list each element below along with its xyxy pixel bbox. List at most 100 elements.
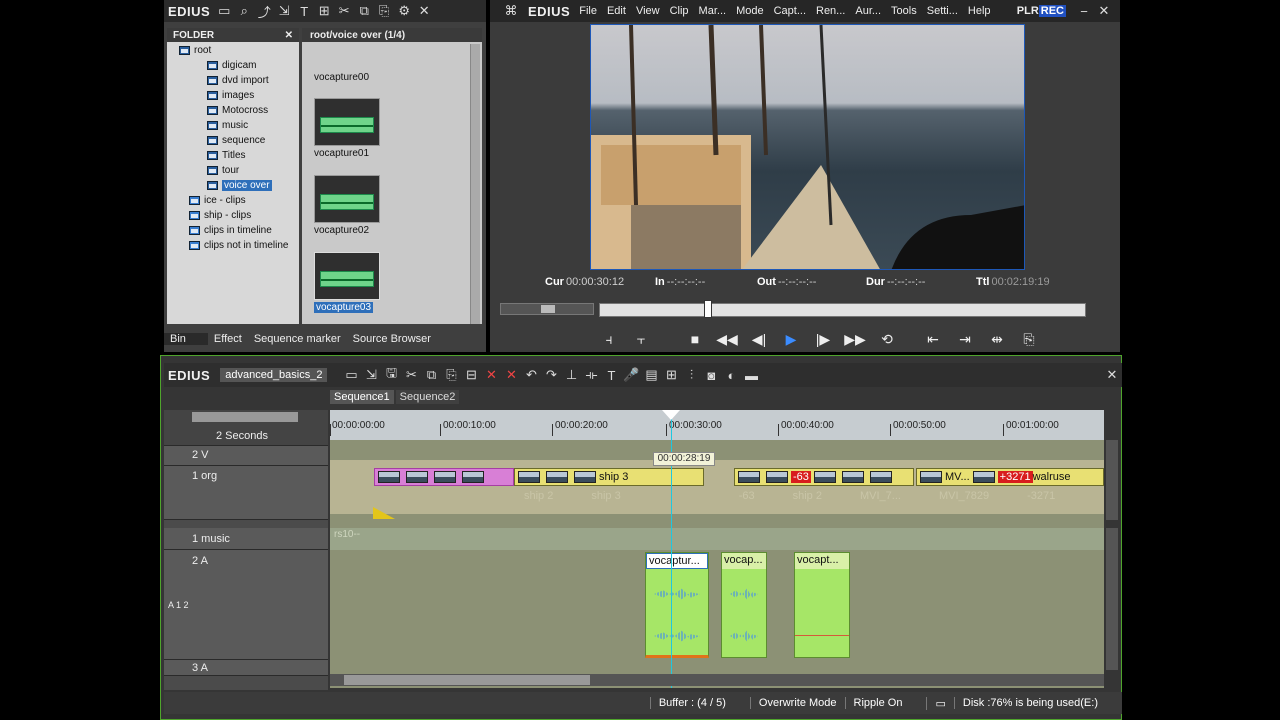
new-sequence-icon[interactable]: ▭ (341, 365, 361, 385)
add-cut-icon[interactable]: ⟛ (581, 365, 601, 385)
tree-item[interactable]: images (167, 88, 299, 103)
tree-item[interactable]: clips in timeline (167, 223, 299, 238)
tree-item[interactable]: dvd import (167, 73, 299, 88)
tree-item[interactable]: voice over (167, 178, 299, 193)
step-forward-icon[interactable]: |▶ (810, 328, 836, 350)
add-to-timeline-icon[interactable]: ⊞ (314, 1, 334, 21)
menu-item[interactable]: Mar... (699, 5, 727, 17)
marker-icon[interactable]: ⊥ (561, 365, 581, 385)
ripple-status[interactable]: Ripple On (844, 697, 927, 709)
video-vscroll[interactable] (1106, 440, 1118, 520)
position-bar[interactable] (599, 300, 1086, 318)
open-icon[interactable]: ⇲ (361, 365, 381, 385)
zoom-slider[interactable] (192, 412, 298, 422)
close-icon[interactable]: ✕ (1102, 365, 1122, 385)
loop-icon[interactable]: ⟲ (874, 328, 900, 350)
tree-item[interactable]: Motocross (167, 103, 299, 118)
tree-item[interactable]: ice - clips (167, 193, 299, 208)
delete-icon[interactable]: ✕ (481, 365, 501, 385)
set-in-icon[interactable]: ⫞ (596, 328, 622, 350)
search-icon[interactable]: ⌕ (234, 1, 254, 21)
save-icon[interactable]: 🖫 (381, 365, 401, 385)
menu-item[interactable]: Capt... (774, 5, 806, 17)
menu-item[interactable]: Setti... (927, 5, 958, 17)
video-clip[interactable]: ship 3 (514, 468, 704, 486)
cut-icon[interactable]: ✂ (401, 365, 421, 385)
menu-item[interactable]: File (579, 5, 597, 17)
track-header-3a[interactable]: 3 A (164, 660, 328, 676)
tree-item[interactable]: sequence (167, 133, 299, 148)
group-icon[interactable]: ⊟ (461, 365, 481, 385)
tree-item[interactable]: root (167, 43, 299, 58)
tree-item[interactable]: tour (167, 163, 299, 178)
tab-bin[interactable]: Bin (164, 333, 208, 345)
menu-item[interactable]: Help (968, 5, 991, 17)
title-icon[interactable]: T (601, 365, 621, 385)
up-folder-icon[interactable]: ⤴ (254, 1, 274, 21)
position-handle[interactable] (704, 300, 712, 318)
menu-item[interactable]: View (636, 5, 660, 17)
folder-close-icon[interactable]: ✕ (285, 30, 293, 41)
replace-icon[interactable]: ⇹ (984, 328, 1010, 350)
safe-area-icon[interactable]: ◐ (721, 365, 741, 385)
tab-source-browser[interactable]: Source Browser (347, 333, 437, 345)
clip-item[interactable]: vocapture01 (314, 98, 384, 159)
multicam-icon[interactable]: ⊞ (661, 365, 681, 385)
playhead-handle[interactable] (662, 410, 680, 420)
snapshot-icon[interactable]: ◙ (701, 365, 721, 385)
import-icon[interactable]: ⇲ (274, 1, 294, 21)
fast-forward-icon[interactable]: ▶▶ (842, 328, 868, 350)
tree-item[interactable]: digicam (167, 58, 299, 73)
timeline-ruler[interactable]: 00:00:00:00 00:00:10:00 00:00:20:00 00:0… (330, 410, 1104, 440)
tree-item[interactable]: clips not in timeline (167, 238, 299, 253)
minimize-icon[interactable]: − (1074, 1, 1094, 21)
video-clip[interactable]: -63 (734, 468, 914, 486)
step-back-icon[interactable]: ◀| (746, 328, 772, 350)
voice-over-icon[interactable]: 🎤 (621, 365, 641, 385)
title-icon[interactable]: T (294, 1, 314, 21)
mixer-icon[interactable]: ⫶ (681, 365, 701, 385)
track-header-music[interactable]: 1 music (164, 528, 328, 550)
copy-icon[interactable]: ⧉ (421, 365, 441, 385)
close-icon[interactable]: ✕ (414, 1, 434, 21)
clip-list-scrollbar[interactable] (470, 44, 480, 324)
menu-item[interactable]: Tools (891, 5, 917, 17)
rewind-icon[interactable]: ◀◀ (714, 328, 740, 350)
timeline-hscroll[interactable] (330, 674, 1104, 686)
undo-icon[interactable]: ↶ (521, 365, 541, 385)
tab-sequence1[interactable]: Sequence1 (330, 390, 394, 404)
menu-item[interactable]: Edit (607, 5, 626, 17)
render-icon[interactable]: ▤ (641, 365, 661, 385)
audio-vscroll[interactable] (1106, 528, 1118, 670)
properties-icon[interactable]: ⚙ (394, 1, 414, 21)
audio-clip[interactable]: vocap... (721, 552, 767, 658)
folder-icon[interactable]: ▭ (214, 1, 234, 21)
track-header-2v[interactable]: 2 V (164, 446, 328, 466)
audio-clip[interactable]: vocapt... (794, 552, 850, 658)
menu-item[interactable]: Clip (670, 5, 689, 17)
menu-item[interactable]: Mode (736, 5, 764, 17)
tree-item[interactable]: ship - clips (167, 208, 299, 223)
track-header-1org[interactable]: 1 org (164, 466, 328, 520)
ripple-delete-icon[interactable]: ✕ (501, 365, 521, 385)
insert-icon[interactable]: ⇤ (920, 328, 946, 350)
rec-toggle[interactable]: REC (1038, 5, 1066, 17)
stop-icon[interactable]: ■ (682, 328, 708, 350)
tab-sequence2[interactable]: Sequence2 (395, 390, 460, 404)
play-icon[interactable]: ▶ (778, 328, 804, 350)
set-out-icon[interactable]: ⫟ (628, 328, 654, 350)
video-clip[interactable] (374, 468, 514, 486)
jog-slider[interactable] (500, 303, 594, 315)
menu-item[interactable]: Aur... (855, 5, 881, 17)
tree-item[interactable]: Titles (167, 148, 299, 163)
output-icon[interactable]: ⎘ (1016, 328, 1042, 350)
tree-item[interactable]: music (167, 118, 299, 133)
overwrite-icon[interactable]: ⇥ (952, 328, 978, 350)
video-clip[interactable]: MV... +3271 walruse (916, 468, 1104, 486)
clip-item[interactable]: vocapture00 (314, 46, 384, 83)
clip-item-selected[interactable]: vocapture03 (314, 252, 384, 313)
audio-clip[interactable]: vocaptur... (645, 552, 709, 658)
copy-icon[interactable]: ⧉ (354, 1, 374, 21)
menu-item[interactable]: Ren... (816, 5, 845, 17)
close-icon[interactable]: ✕ (1094, 1, 1114, 21)
